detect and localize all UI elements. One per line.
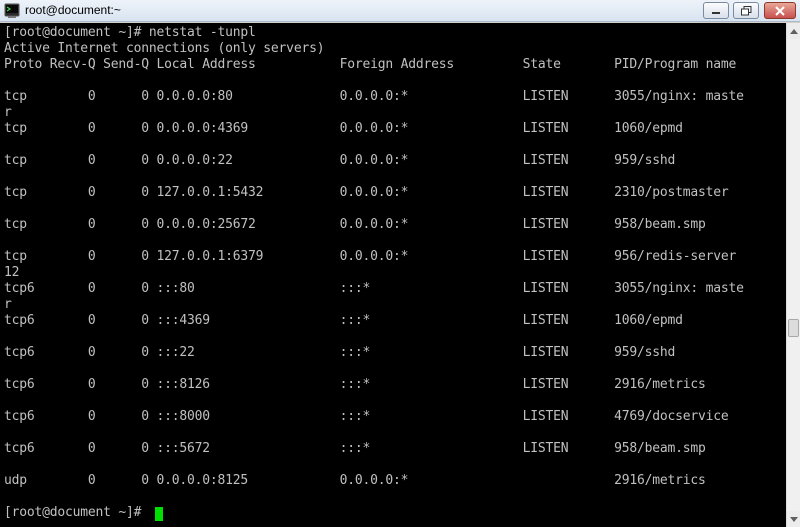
- vertical-scrollbar[interactable]: [786, 23, 800, 527]
- restore-icon: [740, 5, 751, 15]
- output-row: 12: [4, 265, 20, 280]
- output-row: tcp6 0 0 :::80 :::* LISTEN 3055/nginx: m…: [4, 281, 744, 296]
- output-row: tcp 0 0 127.0.0.1:6379 0.0.0.0:* LISTEN …: [4, 249, 737, 264]
- output-row: tcp 0 0 0.0.0.0:22 0.0.0.0:* LISTEN 959/…: [4, 153, 676, 168]
- output-row: tcp 0 0 0.0.0.0:25672 0.0.0.0:* LISTEN 9…: [4, 217, 706, 232]
- scroll-down-button[interactable]: [787, 511, 800, 527]
- output-row: r: [4, 297, 12, 312]
- text-cursor: [155, 507, 163, 521]
- close-button[interactable]: [764, 2, 796, 19]
- output-row: tcp6 0 0 :::4369 :::* LISTEN 1060/epmd: [4, 313, 683, 328]
- output-header-line: Active Internet connections (only server…: [4, 41, 325, 56]
- scrollbar-thumb[interactable]: [788, 319, 799, 337]
- close-icon: [775, 5, 785, 16]
- output-row: tcp6 0 0 :::8126 :::* LISTEN 2916/metric…: [4, 377, 706, 392]
- output-row: tcp6 0 0 :::22 :::* LISTEN 959/sshd: [4, 345, 676, 360]
- restore-button[interactable]: [733, 2, 759, 19]
- output-row: tcp6 0 0 :::8000 :::* LISTEN 4769/docser…: [4, 409, 729, 424]
- command-line: [root@document ~]# netstat -tunpl: [4, 25, 256, 40]
- output-row: tcp 0 0 127.0.0.1:5432 0.0.0.0:* LISTEN …: [4, 185, 729, 200]
- terminal-app-icon: [4, 3, 20, 18]
- output-row: tcp 0 0 0.0.0.0:4369 0.0.0.0:* LISTEN 10…: [4, 121, 683, 136]
- output-row: tcp 0 0 0.0.0.0:80 0.0.0.0:* LISTEN 3055…: [4, 89, 744, 104]
- output-row: udp 0 0 0.0.0.0:8125 0.0.0.0:* 2916/metr…: [4, 473, 706, 488]
- output-row: tcp6 0 0 :::5672 :::* LISTEN 958/beam.sm…: [4, 441, 706, 456]
- output-row: r: [4, 105, 12, 120]
- terminal-output[interactable]: [root@document ~]# netstat -tunpl Active…: [0, 23, 786, 527]
- minimize-icon: [712, 11, 720, 14]
- minimize-button[interactable]: [703, 2, 729, 19]
- column-header-line: Proto Recv-Q Send-Q Local Address Foreig…: [4, 57, 737, 72]
- shell-prompt: [root@document ~]#: [4, 505, 149, 520]
- title-bar[interactable]: root@document:~: [0, 0, 800, 22]
- arrow-up-icon: [789, 28, 798, 34]
- window-title: root@document:~: [25, 3, 121, 17]
- scroll-up-button[interactable]: [787, 23, 800, 39]
- arrow-down-icon: [789, 516, 798, 522]
